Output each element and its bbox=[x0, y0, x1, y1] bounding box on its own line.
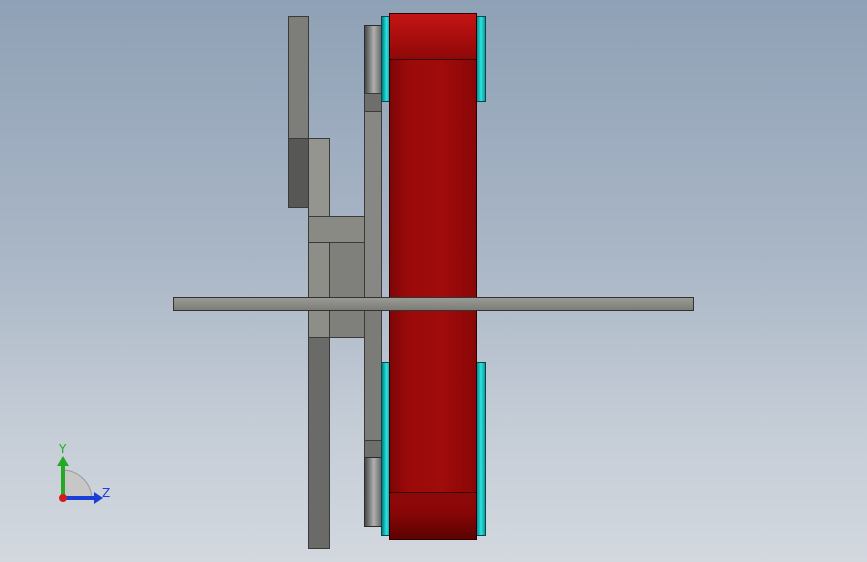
triad-plane-arc bbox=[62, 469, 93, 499]
pulley-hub-lower[interactable] bbox=[364, 457, 382, 527]
support-column-mid[interactable] bbox=[308, 242, 330, 338]
pulley-hub-upper[interactable] bbox=[364, 25, 382, 95]
timing-belt[interactable] bbox=[389, 58, 477, 495]
z-axis-label: Z bbox=[102, 486, 111, 500]
orientation-triad[interactable]: Y Z bbox=[40, 440, 130, 520]
bracket-upper-plate[interactable] bbox=[288, 16, 309, 140]
y-axis-label: Y bbox=[59, 442, 67, 456]
hub-spacer-upper bbox=[364, 93, 382, 112]
bracket-upper-plate-shadow bbox=[288, 138, 309, 208]
belt-bottom-curve[interactable] bbox=[389, 492, 477, 540]
x-axis-dot-icon bbox=[59, 494, 67, 502]
stepped-block[interactable] bbox=[308, 216, 365, 244]
y-axis-arrow-icon bbox=[57, 456, 69, 466]
mount-plate-upper[interactable] bbox=[364, 110, 382, 300]
support-column-upper[interactable] bbox=[308, 138, 330, 218]
bracket-lower-plate[interactable] bbox=[308, 337, 330, 549]
triad-graphic bbox=[57, 456, 103, 504]
horizontal-shaft[interactable] bbox=[173, 297, 694, 311]
block-inner[interactable] bbox=[329, 242, 365, 338]
cad-viewport[interactable] bbox=[0, 0, 867, 562]
mount-plate-lower[interactable] bbox=[364, 310, 382, 450]
belt-top-curve[interactable] bbox=[389, 13, 477, 60]
